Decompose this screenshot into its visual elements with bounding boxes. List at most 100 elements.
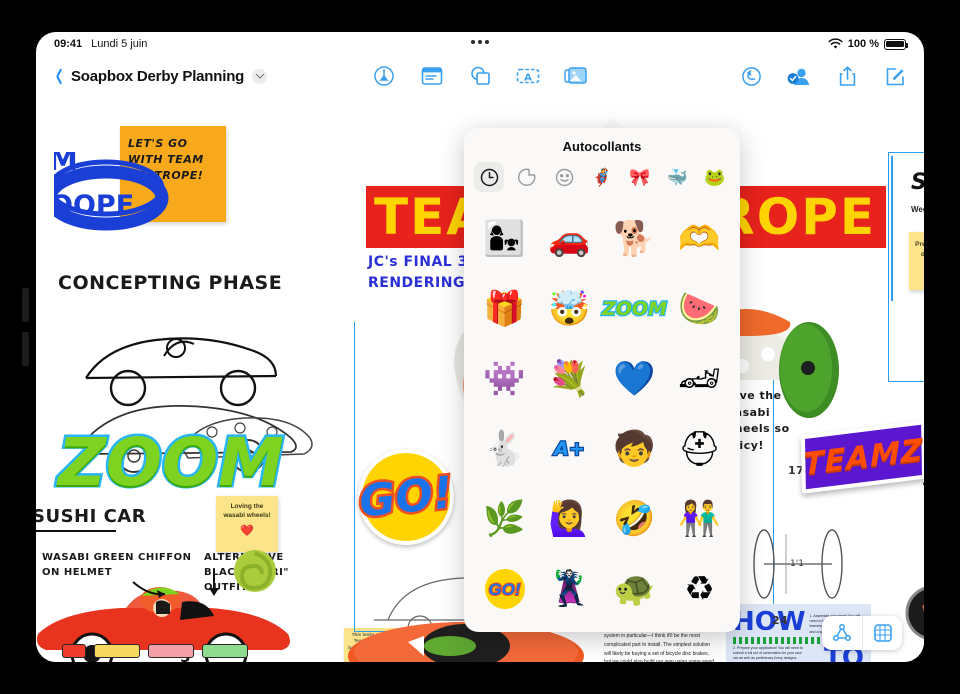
shapes-tool[interactable]	[467, 64, 493, 88]
status-bar: 09:41 Lundi 5 juin 100 %	[36, 32, 924, 56]
swatch-pink[interactable]	[148, 644, 194, 658]
underline-sushi-car	[36, 530, 116, 532]
back-button[interactable]	[52, 67, 63, 86]
sticker-costume-photo[interactable]: 🦹	[537, 554, 602, 624]
recents-tab[interactable]	[474, 162, 504, 192]
sticker-a-plus-grade[interactable]: A+	[537, 414, 602, 484]
sticker-monstera-leaf[interactable]: 🌿	[472, 484, 537, 554]
label-team-handwriting: TEAM	[922, 478, 924, 502]
media-tool[interactable]	[563, 64, 589, 88]
volume-down-button[interactable]	[22, 332, 29, 366]
popover-arrow	[602, 118, 624, 128]
toolbar-actions	[738, 64, 908, 88]
sticker-dancing-dog[interactable]: 🐕	[602, 204, 667, 274]
sticker-zoom-text-text: ZOOM	[601, 297, 669, 320]
popover-title: Autocollants	[562, 139, 642, 154]
howto-step-2: 2. Prepare your application! You will ne…	[733, 645, 803, 661]
status-time: 09:41	[54, 38, 83, 50]
app-toolbar: Soapbox Derby Planning A	[36, 56, 924, 96]
swatch-yellow[interactable]	[94, 644, 140, 658]
sticker-recycle-symbol[interactable]: ♻	[667, 554, 732, 624]
arrow-alternative	[209, 570, 219, 596]
markup-tool[interactable]	[371, 64, 397, 88]
compose-button[interactable]	[882, 64, 908, 88]
sticker-family-photo[interactable]: 👩‍👧	[472, 204, 537, 274]
document-title: Soapbox Derby Planning	[71, 67, 245, 85]
schedule-card-partial[interactable]: SO Week 1 Preliminary designs due to mem…	[891, 156, 924, 301]
sticker-heart-hands[interactable]: 🫶	[667, 204, 732, 274]
right-card-sticky-note[interactable]: Preliminary designs due to members	[909, 232, 924, 290]
blueprint-axle-diagram: 1'1	[753, 529, 843, 599]
sticker-rofl-emoji[interactable]: 🤣	[602, 484, 667, 554]
right-card-title: SO	[911, 170, 924, 195]
wifi-icon	[828, 38, 843, 49]
sticky-color-swatches[interactable]	[62, 644, 248, 658]
screen: M OOPE LET'S GO WITH TEAM ZOETROPE! CONC…	[36, 32, 924, 662]
svg-text:OOPE: OOPE	[54, 190, 134, 221]
label-wasabi-helmet: WASABI GREEN CHIFFON ON HELMET	[42, 552, 192, 578]
sticker-a-plus-grade-text: A+	[553, 437, 586, 460]
collaborate-button[interactable]	[786, 64, 812, 88]
wheel-photo-bottom-right	[905, 587, 924, 639]
sticker-turtle[interactable]: 🐢	[602, 554, 667, 624]
graffiti-zoom-art[interactable]: ZOOM	[56, 422, 287, 504]
text-box-tool[interactable]: A	[515, 64, 541, 88]
sticker-grid[interactable]: 👩‍👧 🚗 🐕 🫶 🎁 🤯 ZOOM 🍉 👾 💐 💙 🏎 🐇 A+ 🧒 ⛑ 🌿 🙋‍♀️ 🤣 👫 GO! 🦹 🐢 ♻	[464, 200, 740, 632]
sticker-watermelon[interactable]: 🍉	[667, 274, 732, 344]
howto-heading-1: HOW	[733, 607, 806, 637]
app-pack-green-tab[interactable]: 🐸	[700, 162, 730, 192]
label-sushi-car: SUSHI CAR	[36, 506, 147, 527]
stickers-popover[interactable]: Autocollants	[464, 128, 740, 632]
team-banner-text-right: ROPE	[716, 188, 876, 246]
sticker-thinking-memoji[interactable]: 🙋‍♀️	[537, 484, 602, 554]
sticker-flaming-car[interactable]: 🏎	[667, 344, 732, 414]
ipad-device: M OOPE LET'S GO WITH TEAM ZOETROPE! CONC…	[0, 0, 960, 694]
sticker-go-text-badge: GO!	[484, 569, 525, 609]
emoji-tab[interactable]	[549, 162, 579, 192]
sticker-flower-bouquet[interactable]: 💐	[537, 344, 602, 414]
teamz-sticker[interactable]: TEAMZ	[800, 420, 924, 494]
share-button[interactable]	[834, 64, 860, 88]
sticker-child-photo[interactable]: 🧒	[602, 414, 667, 484]
sticker-monster-mouth[interactable]: 👾	[472, 344, 537, 414]
sticker-go-text-text: GO!	[487, 579, 521, 599]
swatch-red[interactable]	[62, 644, 86, 658]
right-card-week: Week 1	[911, 205, 924, 214]
battery-percent-label: 100 %	[847, 38, 879, 50]
volume-up-button[interactable]	[22, 288, 29, 322]
sticker-gift[interactable]: 🎁	[472, 274, 537, 344]
red-heart-icon: ❤️	[240, 525, 254, 538]
app-pack-pink-tab[interactable]: 🎀	[625, 162, 655, 192]
sticker-red-car[interactable]: 🚗	[537, 204, 602, 274]
zoetrope-ring-logo: M OOPE	[54, 152, 169, 231]
view-mode-toggle[interactable]	[822, 616, 902, 650]
sticky-note-wasabi-wheels[interactable]: Loving the wasabi wheels! ❤️	[216, 496, 278, 552]
app-pack-blue-tab[interactable]: 🐳	[662, 162, 692, 192]
sticker-rabbit[interactable]: 🐇	[472, 414, 537, 484]
sticker-mind-blown-memoji[interactable]: 🤯	[537, 274, 602, 344]
connections-view-button[interactable]	[822, 616, 862, 650]
sticker-red-helmet[interactable]: ⛑	[667, 414, 732, 484]
sticky-note-2-text: Loving the wasabi wheels!	[223, 503, 271, 520]
right-card-note-text: Preliminary designs due to members	[915, 241, 924, 258]
sticker-go-text[interactable]: GO!	[472, 554, 537, 624]
svg-text:M: M	[54, 152, 78, 178]
memoji-tab[interactable]: 🦸	[587, 162, 617, 192]
svg-text:1'1: 1'1	[790, 559, 804, 569]
stickers-tab[interactable]	[512, 162, 542, 192]
go-sticker-text: GO!	[354, 464, 457, 530]
grid-view-button[interactable]	[862, 616, 902, 650]
chevron-down-icon[interactable]	[252, 68, 268, 84]
arrow-wasabi	[132, 581, 166, 598]
battery-icon	[884, 38, 909, 50]
sticker-zoom-text[interactable]: ZOOM	[601, 274, 669, 344]
teamz-sticker-text: TEAMZ	[803, 432, 924, 482]
sticker-blue-heart[interactable]: 💙	[602, 344, 667, 414]
note-tool[interactable]	[419, 64, 445, 88]
sticker-couple-photo[interactable]: 👫	[667, 484, 732, 554]
document-body-copy: system in particular—I think it'll be th…	[604, 633, 714, 662]
wasabi-swirl-icon	[234, 550, 276, 592]
swatch-green[interactable]	[202, 644, 248, 658]
undo-button[interactable]	[738, 64, 764, 88]
svg-text:A: A	[524, 73, 532, 84]
